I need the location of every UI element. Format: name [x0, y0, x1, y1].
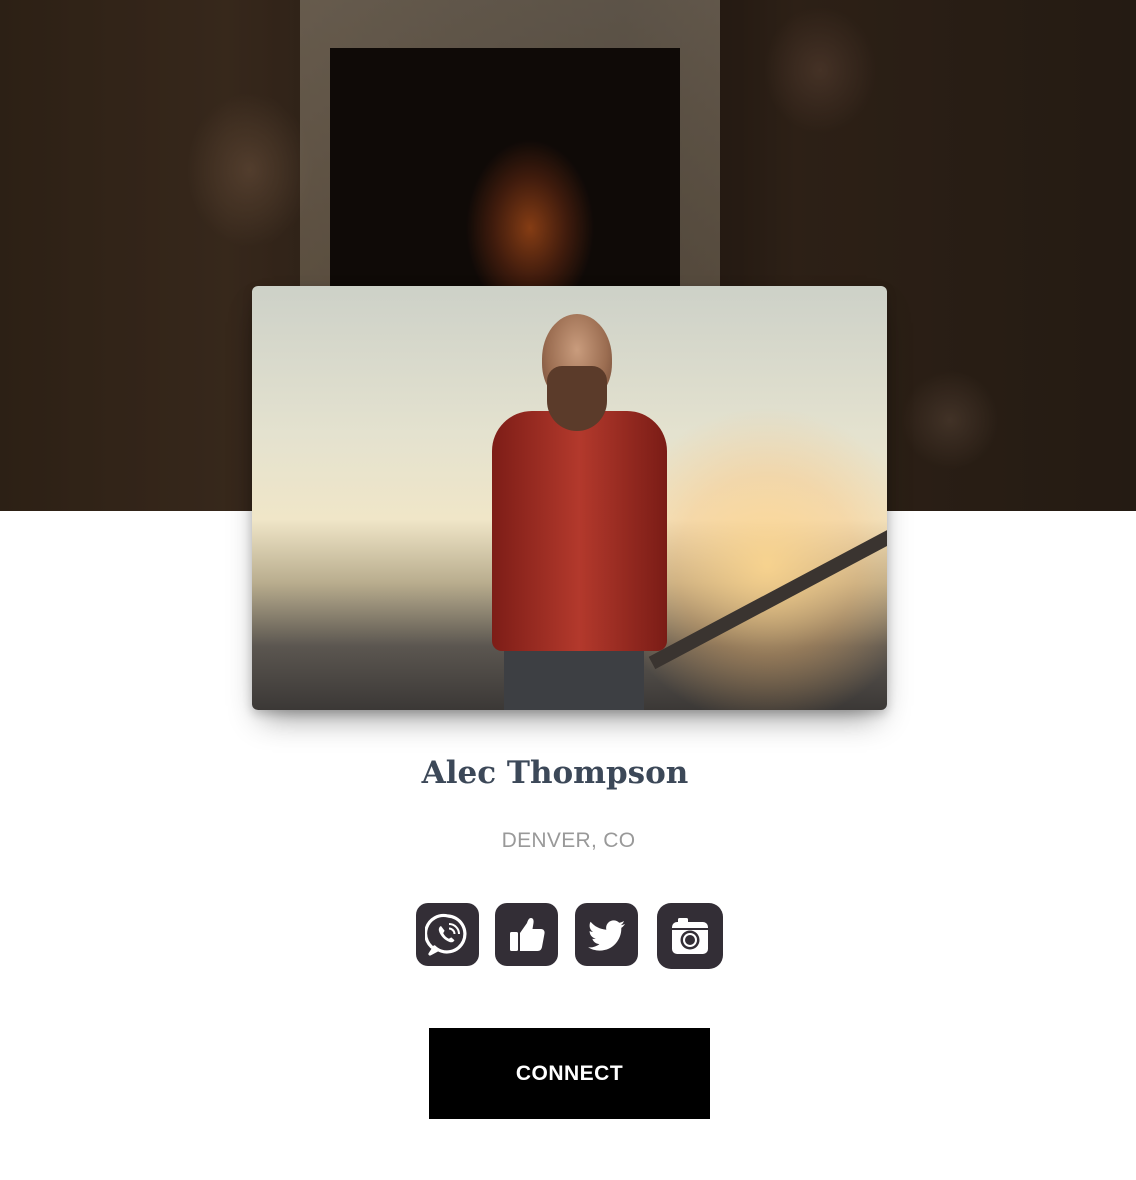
like-button[interactable]: [495, 903, 558, 966]
profile-location: DENVER, CO: [501, 829, 636, 852]
whatsapp-icon: [424, 912, 471, 958]
whatsapp-button[interactable]: [416, 903, 479, 966]
thumbs-up-icon: [506, 914, 548, 956]
social-links: [0, 902, 1136, 970]
profile-photo: [252, 286, 887, 710]
connect-button[interactable]: CONNECT: [429, 1028, 710, 1119]
camera-icon: [670, 916, 710, 956]
twitter-icon: [587, 918, 627, 952]
twitter-button[interactable]: [575, 903, 638, 966]
profile-name: Alec Thompson: [421, 755, 689, 791]
camera-button[interactable]: [657, 903, 723, 969]
